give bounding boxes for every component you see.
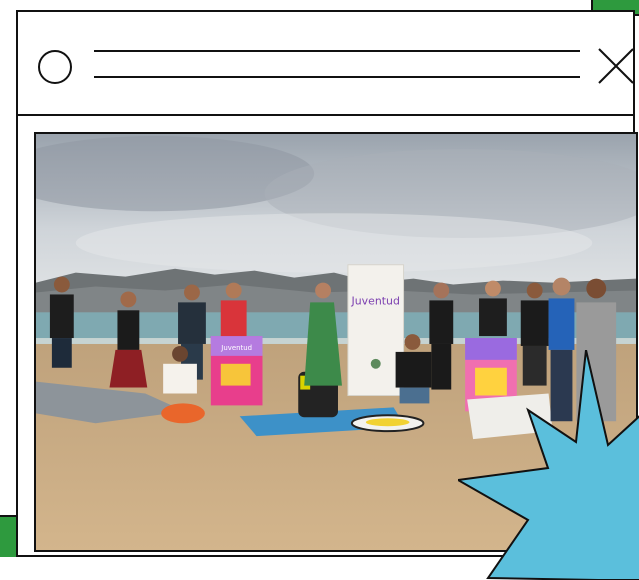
address-bar-bottom-line	[94, 76, 580, 78]
banner-text: Juventud	[351, 294, 400, 307]
title-bar	[18, 12, 636, 116]
circle-icon[interactable]	[38, 50, 72, 84]
close-icon[interactable]	[596, 46, 636, 86]
starburst-decoration	[458, 350, 639, 580]
address-bar-top-line	[94, 50, 580, 52]
browser-window: Juventud Juventud	[16, 10, 639, 580]
window-title	[94, 56, 580, 72]
address-bar[interactable]	[94, 48, 580, 82]
poster-text: Juventud	[220, 344, 252, 352]
